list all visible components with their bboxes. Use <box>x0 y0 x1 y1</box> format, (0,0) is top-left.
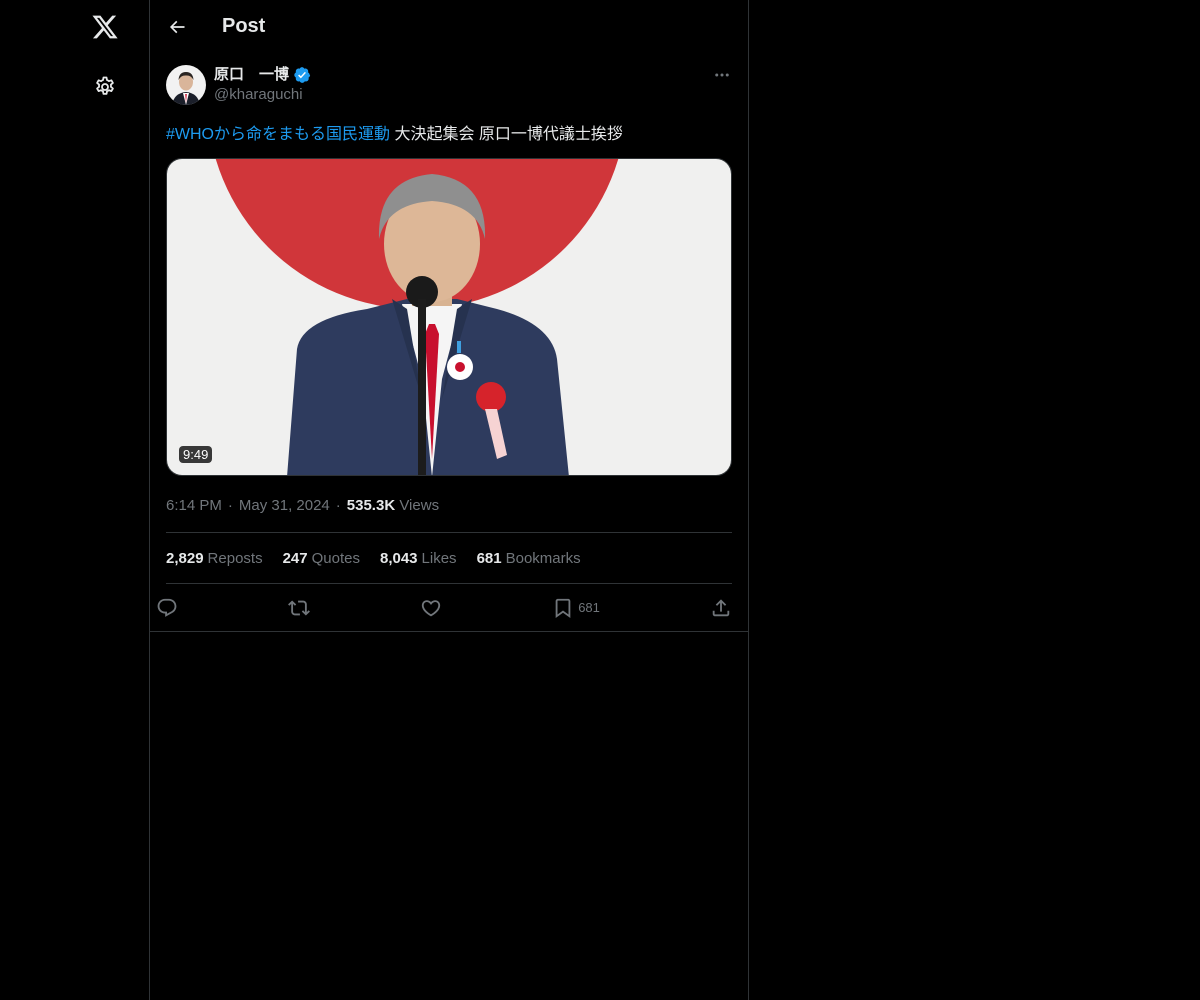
stat-likes[interactable]: 8,043 Likes <box>380 550 457 567</box>
post-time[interactable]: 6:14 PM <box>166 497 222 514</box>
left-navigation <box>0 0 149 1000</box>
share-icon <box>712 598 730 616</box>
author-handle[interactable]: @kharaguchi <box>214 85 311 105</box>
like-button[interactable] <box>420 591 442 625</box>
views-count: 535.3K <box>346 497 396 514</box>
x-logo-link[interactable] <box>80 2 130 52</box>
bookmark-button[interactable]: 681 <box>552 591 600 625</box>
back-button[interactable] <box>166 16 188 38</box>
gear-icon <box>96 76 114 95</box>
post-body-text: 大決起集会 原口一博代議士挨拶 <box>390 126 623 143</box>
reply-icon <box>157 598 177 617</box>
stat-reposts[interactable]: 2,829 Reposts <box>166 550 263 567</box>
post-text: #WHOから命をまもる国民運動 大決起集会 原口一博代議士挨拶 <box>166 124 732 146</box>
share-button[interactable] <box>710 591 732 625</box>
x-logo-icon <box>92 15 118 39</box>
engagement-stats: 2,829 Reposts 247 Quotes 8,043 Likes 681 Boo… <box>166 532 732 584</box>
heart-icon <box>421 599 441 616</box>
post-metadata: 6:14 PM · May 31, 2024 · 535.3K Views <box>166 496 732 516</box>
post: 原口 一博 @kharaguchi #WHOから命をまもる国民運動 大決起集会 … <box>150 53 748 632</box>
stat-bookmarks[interactable]: 681 Bookmarks <box>477 550 581 567</box>
more-options-button[interactable] <box>712 65 732 85</box>
meta-separator: · <box>335 497 341 514</box>
bookmark-count: 681 <box>578 600 600 615</box>
hashtag-link[interactable]: #WHOから命をまもる国民運動 <box>166 126 390 143</box>
repost-button[interactable] <box>288 591 311 625</box>
main-column: Post 原口 一博 @kharaguchi #WHOから命をまもる国民運動 大… <box>149 0 749 1000</box>
page-header: Post <box>150 0 748 53</box>
more-horizontal-icon <box>715 73 729 77</box>
post-date[interactable]: May 31, 2024 <box>239 497 330 514</box>
action-bar: 681 <box>150 584 748 632</box>
avatar[interactable] <box>166 65 206 105</box>
stat-quotes[interactable]: 247 Quotes <box>283 550 360 567</box>
repost-icon <box>288 600 311 615</box>
video-player[interactable]: 9:49 <box>166 158 732 476</box>
video-thumbnail <box>167 159 731 475</box>
page-title: Post <box>222 15 266 37</box>
author-display-name[interactable]: 原口 一博 <box>214 65 289 85</box>
meta-separator: · <box>227 497 233 514</box>
reply-button[interactable] <box>156 591 178 625</box>
views-label: Views <box>399 497 440 514</box>
settings-button[interactable] <box>80 62 130 112</box>
arrow-left-icon <box>169 20 185 33</box>
bookmark-icon <box>555 598 571 618</box>
video-duration-badge: 9:49 <box>179 446 213 463</box>
verified-badge-icon <box>294 67 311 83</box>
author-row: 原口 一博 @kharaguchi <box>166 65 732 109</box>
